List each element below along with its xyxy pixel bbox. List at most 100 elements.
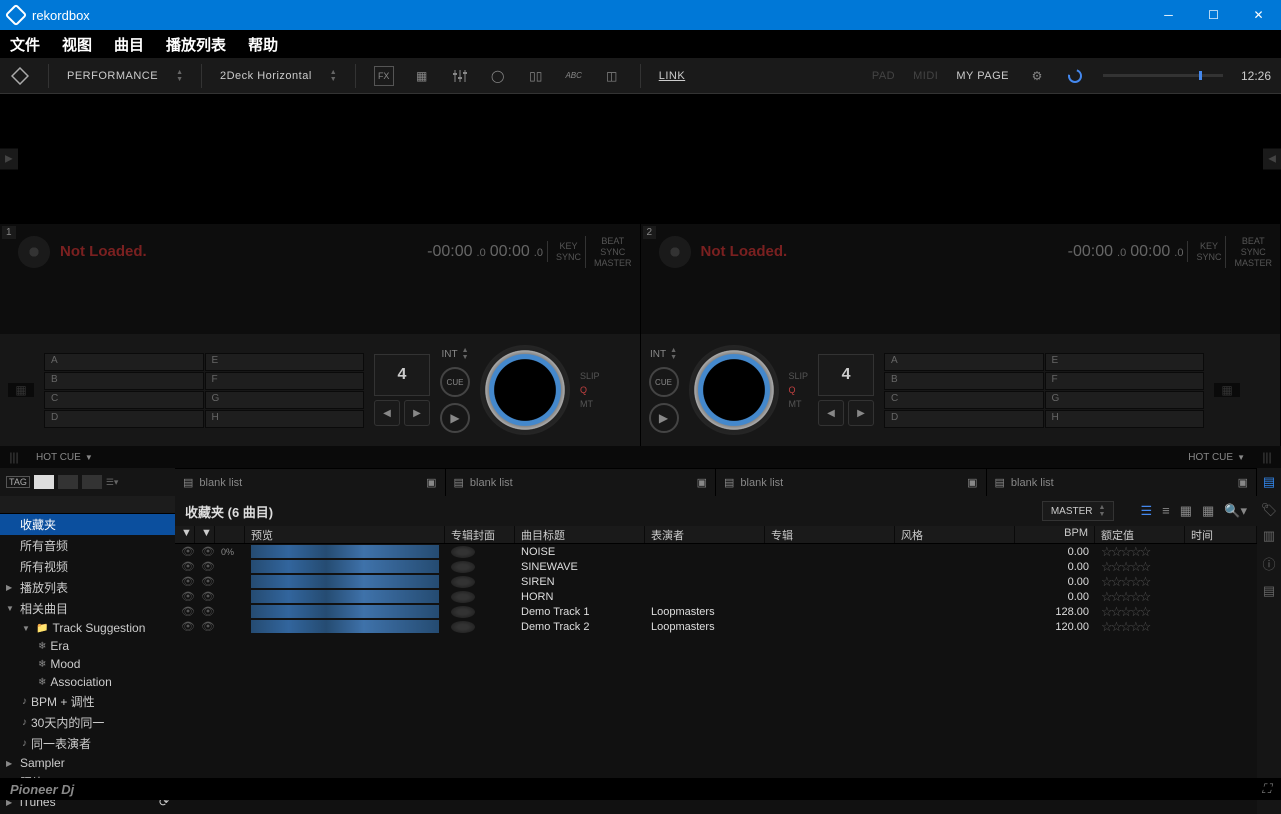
abc-icon[interactable]: ABC xyxy=(564,66,584,86)
hotcue-g[interactable]: G xyxy=(205,391,365,409)
rating-stars[interactable]: ☆☆☆☆☆ xyxy=(1095,604,1185,620)
tree-favorites[interactable]: 收藏夹 xyxy=(0,514,175,535)
visibility-icon[interactable]: 👁 xyxy=(201,621,215,633)
tree-playlists[interactable]: ▶播放列表 xyxy=(0,577,175,598)
hotcue-d[interactable]: D xyxy=(44,410,204,428)
rating-stars[interactable]: ☆☆☆☆☆ xyxy=(1095,544,1185,560)
deck-2-slip[interactable]: SLIP xyxy=(789,371,809,381)
deck-2-mt[interactable]: MT xyxy=(789,399,809,409)
grid-icon[interactable]: ▦ xyxy=(412,66,432,86)
col-time[interactable]: 时间 xyxy=(1185,526,1257,543)
tree-search-input[interactable] xyxy=(0,496,175,514)
sync-status-icon[interactable] xyxy=(1065,66,1085,86)
deck-2-prev-button[interactable]: ◀ xyxy=(818,400,844,426)
table-row[interactable]: 👁 👁 0% NOISE 0.00 ☆☆☆☆☆ xyxy=(175,544,1257,559)
rating-stars[interactable]: ☆☆☆☆☆ xyxy=(1095,559,1185,575)
hotcue-f[interactable]: F xyxy=(205,372,365,390)
deck-2-int-stepper[interactable]: ▲▼ xyxy=(670,347,677,361)
tree-same-30[interactable]: ♪30天内的同一 xyxy=(0,712,175,733)
video-icon[interactable]: ▯▯ xyxy=(526,66,546,86)
hotcue-h[interactable]: H xyxy=(205,410,365,428)
tree-all-audio[interactable]: 所有音频 xyxy=(0,535,175,556)
visibility-icon[interactable]: 👁 xyxy=(201,546,215,558)
tree-all-video[interactable]: 所有视频 xyxy=(0,556,175,577)
pad-label[interactable]: PAD xyxy=(872,70,895,82)
gear-icon[interactable]: ⚙ xyxy=(1027,66,1047,86)
maximize-button[interactable]: ☐ xyxy=(1191,0,1236,30)
deck-2-key-sync[interactable]: SYNC xyxy=(1196,252,1221,262)
table-row[interactable]: 👁 👁 SINEWAVE 0.00 ☆☆☆☆☆ xyxy=(175,559,1257,574)
deck-1-cue-button[interactable]: CUE xyxy=(440,367,470,397)
hotcue-a[interactable]: A xyxy=(44,353,204,371)
col-filter2[interactable]: ▼ xyxy=(195,526,215,543)
deck-1-prev-button[interactable]: ◀ xyxy=(374,400,400,426)
visibility-icon[interactable]: 👁 xyxy=(181,621,195,633)
deck-1-play-button[interactable]: ▶ xyxy=(440,403,470,433)
deck-2-hotcue-selector[interactable]: HOT CUE ▼ xyxy=(641,446,1254,468)
mixer-icon[interactable] xyxy=(450,66,470,86)
visibility-icon[interactable]: 👁 xyxy=(201,576,215,588)
deck-2-beat-value[interactable]: 4 xyxy=(818,354,874,396)
view-grid2-icon[interactable]: ▦ xyxy=(1180,503,1192,519)
table-row[interactable]: 👁 👁 SIREN 0.00 ☆☆☆☆☆ xyxy=(175,574,1257,589)
col-filter1[interactable]: ▼ xyxy=(175,526,195,543)
waveform-expand-right[interactable]: ◀ xyxy=(1263,149,1281,170)
tree-association[interactable]: ❄Association xyxy=(0,673,175,691)
deck-1-beat-value[interactable]: 4 xyxy=(374,354,430,396)
mode-selector[interactable]: PERFORMANCE xyxy=(67,70,158,82)
table-row[interactable]: 👁 👁 Demo Track 2 Loopmasters 120.00 ☆☆☆☆… xyxy=(175,619,1257,634)
hotcue-b[interactable]: B xyxy=(884,372,1044,390)
deck-2-jog-wheel[interactable] xyxy=(689,345,779,435)
deck-2-expand-handle[interactable]: ▦ xyxy=(1214,383,1240,397)
tag-filter-bar[interactable]: TAG ☰▾ xyxy=(0,468,175,496)
rating-stars[interactable]: ☆☆☆☆☆ xyxy=(1095,574,1185,590)
search-icon[interactable]: 🔍▾ xyxy=(1224,503,1247,519)
list-icon[interactable]: ▤ xyxy=(1263,583,1275,599)
table-row[interactable]: 👁 👁 HORN 0.00 ☆☆☆☆☆ xyxy=(175,589,1257,604)
tag-icon[interactable]: 🏷 xyxy=(1261,502,1278,518)
menu-track[interactable]: 曲目 xyxy=(114,34,144,55)
deck-2-master[interactable]: MASTER xyxy=(1234,258,1272,268)
menu-view[interactable]: 视图 xyxy=(62,34,92,55)
col-rating[interactable]: 额定值 xyxy=(1095,526,1185,543)
panel-toggle-icon[interactable]: ▤ xyxy=(1257,468,1281,496)
visibility-icon[interactable]: 👁 xyxy=(181,576,195,588)
info-icon[interactable]: ⓘ xyxy=(1262,554,1275,573)
record-icon[interactable]: ◯ xyxy=(488,66,508,86)
minimize-button[interactable]: ─ xyxy=(1146,0,1191,30)
tree-bpm-key[interactable]: ♪BPM + 调性 xyxy=(0,691,175,712)
deck-1-bars-icon[interactable]: ||| xyxy=(0,446,28,468)
visibility-icon[interactable]: 👁 xyxy=(181,561,195,573)
tree-same-artist[interactable]: ♪同一表演者 xyxy=(0,733,175,754)
deck-2-bars-icon[interactable]: ||| xyxy=(1253,446,1281,468)
visibility-icon[interactable]: 👁 xyxy=(201,591,215,603)
midi-label[interactable]: MIDI xyxy=(913,70,938,82)
menu-help[interactable]: 帮助 xyxy=(248,34,278,55)
menu-file[interactable]: 文件 xyxy=(10,34,40,55)
visibility-icon[interactable]: 👁 xyxy=(181,606,195,618)
rekordbox-icon[interactable] xyxy=(10,66,30,86)
waveform-expand-left[interactable]: ▶ xyxy=(0,149,18,170)
deck-2-next-button[interactable]: ▶ xyxy=(848,400,874,426)
deck-1-master[interactable]: MASTER xyxy=(594,258,632,268)
col-bpm[interactable]: BPM xyxy=(1015,526,1095,543)
deck-2-quantize[interactable]: Q xyxy=(789,385,809,395)
hotcue-e[interactable]: E xyxy=(205,353,365,371)
menu-playlist[interactable]: 播放列表 xyxy=(166,34,226,55)
deck-2-play-button[interactable]: ▶ xyxy=(649,403,679,433)
tree-track-suggestion[interactable]: ▼📁Track Suggestion xyxy=(0,619,175,637)
blank-list-2[interactable]: ▤blank list▣ xyxy=(446,469,717,496)
hotcue-h[interactable]: H xyxy=(1045,410,1205,428)
col-art[interactable]: 专辑封面 xyxy=(445,526,515,543)
hotcue-g[interactable]: G xyxy=(1045,391,1205,409)
col-genre[interactable]: 风格 xyxy=(895,526,1015,543)
mypage-button[interactable]: MY PAGE xyxy=(956,70,1009,82)
mode-stepper[interactable]: ▲▼ xyxy=(176,69,183,83)
visibility-icon[interactable]: 👁 xyxy=(181,591,195,603)
visibility-icon[interactable]: 👁 xyxy=(201,606,215,618)
layout-selector[interactable]: 2Deck Horizontal xyxy=(220,70,312,82)
deck-1-next-button[interactable]: ▶ xyxy=(404,400,430,426)
visibility-icon[interactable]: 👁 xyxy=(201,561,215,573)
table-row[interactable]: 👁 👁 Demo Track 1 Loopmasters 128.00 ☆☆☆☆… xyxy=(175,604,1257,619)
layout-stepper[interactable]: ▲▼ xyxy=(330,69,337,83)
